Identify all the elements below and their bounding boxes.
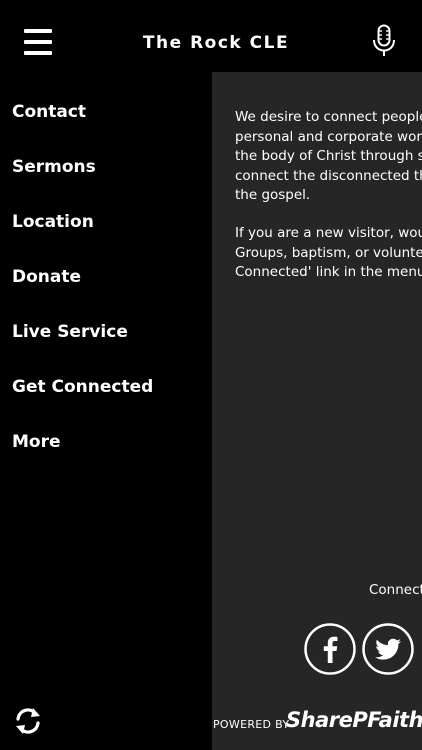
sidebar-item-location[interactable]: Location — [12, 205, 94, 239]
facebook-icon[interactable] — [304, 623, 356, 675]
paragraph-line: If you are a new visitor, woul — [235, 225, 422, 241]
connect-label: Connect — [369, 582, 422, 598]
powered-by-label: POWERED BY — [213, 718, 290, 731]
paragraph-line: We desire to connect people — [235, 109, 422, 125]
refresh-icon[interactable] — [14, 706, 42, 736]
mission-paragraph: We desire to connect people personal and… — [235, 108, 422, 206]
paragraph-line: the gospel. — [235, 187, 311, 203]
main-content-panel: We desire to connect people personal and… — [212, 72, 422, 750]
sidebar-menu: Contact Sermons Location Donate Live Ser… — [0, 90, 212, 750]
twitter-icon[interactable] — [362, 623, 414, 675]
paragraph-line: Groups, baptism, or voluntee — [235, 244, 422, 261]
sharefaith-logo: SharePFaith — [286, 708, 422, 732]
visitor-paragraph: If you are a new visitor, woul Groups, b… — [235, 224, 422, 283]
sidebar-item-donate[interactable]: Donate — [12, 260, 81, 294]
sidebar-item-contact[interactable]: Contact — [12, 95, 86, 129]
paragraph-line: the body of Christ through sm — [235, 148, 422, 164]
sidebar-item-more[interactable]: More — [12, 425, 61, 459]
sidebar-item-get-connected[interactable]: Get Connected — [12, 370, 153, 404]
sidebar-item-sermons[interactable]: Sermons — [12, 150, 96, 184]
sidebar-item-live-service[interactable]: Live Service — [12, 315, 128, 349]
paragraph-line: personal and corporate wors — [235, 128, 422, 145]
app-title: The Rock CLE — [142, 33, 290, 53]
paragraph-line: Connected' link in the menu. — [235, 264, 422, 280]
microphone-icon[interactable] — [372, 24, 396, 58]
paragraph-line: connect the disconnected thr — [235, 167, 422, 184]
